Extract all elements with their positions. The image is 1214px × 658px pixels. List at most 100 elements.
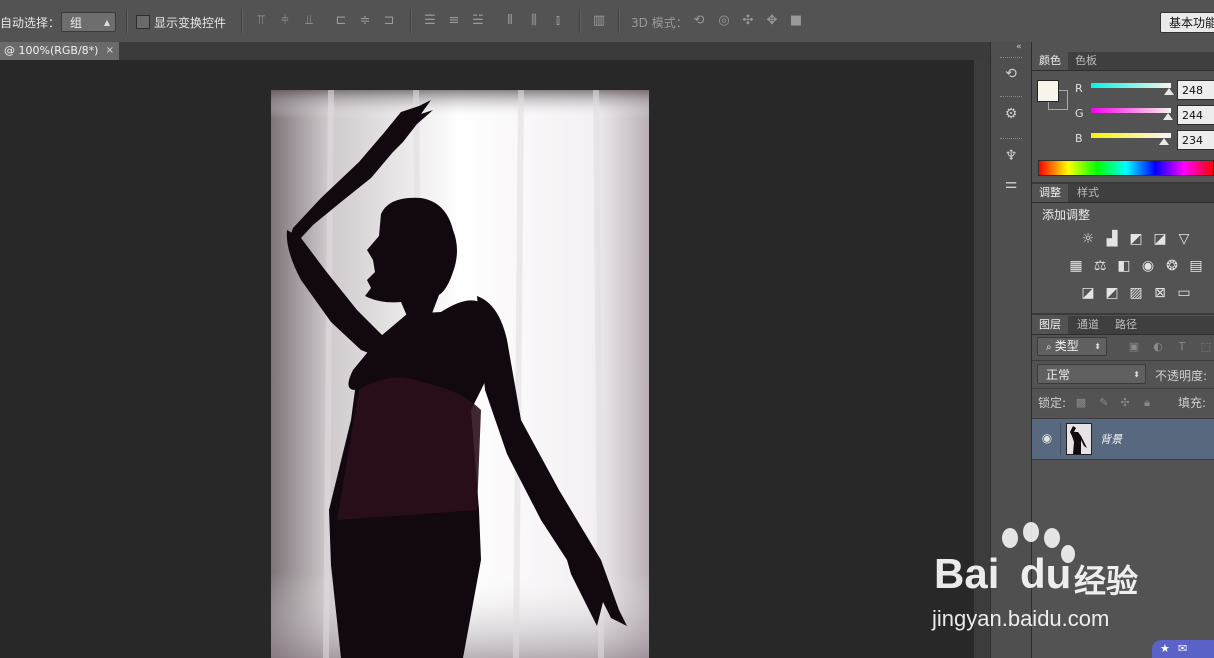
- curves-icon[interactable]: ◩: [1127, 230, 1145, 248]
- show-transform-checkbox[interactable]: [136, 15, 150, 29]
- collapse-panels-icon[interactable]: «: [1016, 42, 1022, 52]
- lock-all-icon[interactable]: 🔒︎: [1140, 396, 1154, 410]
- panel-divider: [1032, 360, 1214, 361]
- vibrance-icon[interactable]: ▽: [1175, 230, 1193, 248]
- lock-position-icon[interactable]: ✣: [1118, 396, 1132, 410]
- dropdown-arrows-icon: ▲: [103, 18, 110, 27]
- channel-b-label: B: [1075, 132, 1083, 145]
- document-tab[interactable]: @ 100%(RGB/8*) ×: [0, 42, 119, 60]
- blend-mode-dropdown[interactable]: 正常 ⬍: [1037, 364, 1146, 384]
- distribute-left-icon[interactable]: ⦀: [501, 13, 519, 29]
- panel-divider: [1032, 313, 1214, 315]
- color-balance-icon[interactable]: ⚖: [1091, 257, 1109, 275]
- selective-color-icon[interactable]: ⊠: [1151, 284, 1169, 302]
- filter-pixel-icon[interactable]: ▣: [1127, 340, 1141, 354]
- filter-adjustment-icon[interactable]: ◐: [1151, 340, 1165, 354]
- document-tab-bar: [0, 42, 990, 60]
- distribute-vcenter-icon[interactable]: ≡: [445, 13, 463, 29]
- hue-saturation-icon[interactable]: ▦: [1067, 257, 1085, 275]
- 3d-mode-label: 3D 模式：: [631, 16, 688, 30]
- channel-r-label: R: [1075, 82, 1083, 95]
- tab-paths[interactable]: 路径: [1108, 316, 1144, 334]
- 3d-drag-icon[interactable]: ✣: [739, 13, 757, 29]
- distribute-hcenter-icon[interactable]: ⫼: [525, 13, 543, 29]
- baidu-logo-text-du: du: [1020, 550, 1072, 597]
- separator: [618, 9, 620, 33]
- auto-select-value: 组: [70, 16, 83, 30]
- channel-g-label: G: [1075, 107, 1084, 120]
- threshold-icon[interactable]: ▨: [1127, 284, 1145, 302]
- layer-row[interactable]: ◉ 背景: [1032, 418, 1214, 460]
- close-tab-icon[interactable]: ×: [106, 42, 114, 60]
- filter-type-icon[interactable]: T: [1175, 340, 1189, 354]
- channel-b-value[interactable]: 234: [1177, 130, 1214, 150]
- workspace-switcher[interactable]: 基本功能: [1160, 12, 1214, 33]
- foreground-color-swatch[interactable]: [1037, 80, 1059, 102]
- brush-icon[interactable]: ♆: [1001, 146, 1021, 166]
- history-icon[interactable]: ⟲: [1001, 64, 1021, 84]
- distribute-top-icon[interactable]: ☰: [421, 13, 439, 29]
- adjustments-panel-header: 调整 样式: [1032, 184, 1214, 203]
- eye-icon[interactable]: ◉: [1039, 431, 1055, 445]
- auto-align-layers-icon[interactable]: ▥: [590, 13, 608, 29]
- 3d-slide-icon[interactable]: ✥: [763, 13, 781, 29]
- channel-mixer-icon[interactable]: ❂: [1163, 257, 1181, 275]
- channel-r-slider[interactable]: [1091, 83, 1171, 88]
- floating-widget[interactable]: ★ ✉: [1152, 640, 1214, 658]
- align-left-icon[interactable]: ⊏: [332, 13, 350, 29]
- color-spectrum-ramp[interactable]: [1038, 160, 1214, 176]
- align-right-icon[interactable]: ⊐: [380, 13, 398, 29]
- layer-filter-dropdown[interactable]: ⌕ 类型 ⬍: [1037, 337, 1107, 356]
- distribute-right-icon[interactable]: ⫾: [549, 13, 567, 29]
- tab-color[interactable]: 颜色: [1032, 52, 1068, 70]
- baidu-logo-text: Bai: [934, 550, 1000, 597]
- lock-image-icon[interactable]: ✎: [1097, 396, 1111, 410]
- add-adjustment-title: 添加调整: [1042, 208, 1091, 222]
- panel-grip[interactable]: [1000, 96, 1022, 99]
- brightness-contrast-icon[interactable]: ☼: [1079, 230, 1097, 248]
- filter-shape-icon[interactable]: ⬚: [1199, 340, 1213, 354]
- distribute-bottom-icon[interactable]: ☱: [469, 13, 487, 29]
- 3d-rotate-icon[interactable]: ⟲: [690, 13, 708, 29]
- properties-icon[interactable]: ⚙: [1001, 104, 1021, 124]
- fill-label: 填充:: [1178, 396, 1207, 410]
- 3d-scale-icon[interactable]: ■: [787, 13, 805, 29]
- photo-filter-icon[interactable]: ◉: [1139, 257, 1157, 275]
- posterize-icon[interactable]: ◩: [1103, 284, 1121, 302]
- dropdown-arrows-icon: ⬍: [1094, 342, 1101, 351]
- align-top-icon[interactable]: ⫪: [252, 13, 270, 29]
- align-hcenter-icon[interactable]: ≑: [356, 13, 374, 29]
- channel-g-slider[interactable]: [1091, 108, 1171, 113]
- separator: [126, 9, 128, 33]
- tab-layers[interactable]: 图层: [1032, 316, 1068, 334]
- align-bottom-icon[interactable]: ⫫: [300, 13, 318, 29]
- show-transform-label: 显示变换控件: [154, 16, 227, 30]
- tab-styles[interactable]: 样式: [1070, 184, 1106, 202]
- panel-grip[interactable]: [1000, 138, 1022, 141]
- tab-adjustments[interactable]: 调整: [1032, 184, 1068, 202]
- color-panel-header: 颜色 色板: [1032, 52, 1214, 71]
- channel-r-value[interactable]: 248: [1177, 80, 1214, 100]
- channel-g-thumb[interactable]: [1163, 113, 1173, 120]
- color-lookup-icon[interactable]: ▤: [1187, 257, 1205, 275]
- 3d-roll-icon[interactable]: ◎: [715, 13, 733, 29]
- lock-label: 锁定:: [1038, 396, 1067, 410]
- panel-grip[interactable]: [1000, 57, 1022, 60]
- document-image[interactable]: [271, 90, 649, 658]
- levels-icon[interactable]: ▟: [1103, 230, 1121, 248]
- channel-g-value[interactable]: 244: [1177, 105, 1214, 125]
- channel-b-thumb[interactable]: [1159, 138, 1169, 145]
- tab-swatches[interactable]: 色板: [1068, 52, 1104, 70]
- gradient-map-icon[interactable]: ▭: [1175, 284, 1193, 302]
- lock-transparent-icon[interactable]: ▩: [1074, 396, 1088, 410]
- auto-select-dropdown[interactable]: 组 ▲: [61, 12, 116, 32]
- exposure-icon[interactable]: ◪: [1151, 230, 1169, 248]
- align-vcenter-icon[interactable]: ⫩: [276, 13, 294, 29]
- black-white-icon[interactable]: ◧: [1115, 257, 1133, 275]
- layer-name[interactable]: 背景: [1100, 431, 1122, 447]
- channel-r-thumb[interactable]: [1164, 88, 1174, 95]
- invert-icon[interactable]: ◪: [1079, 284, 1097, 302]
- auto-select-label: 自动选择：: [0, 16, 61, 30]
- tab-channels[interactable]: 通道: [1070, 316, 1106, 334]
- brush-presets-icon[interactable]: ⚌: [1001, 174, 1021, 194]
